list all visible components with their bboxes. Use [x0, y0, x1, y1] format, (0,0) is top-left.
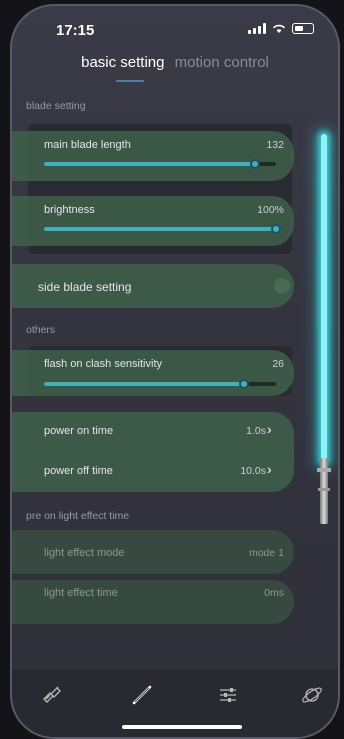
status-bar: 17:15: [12, 6, 338, 46]
clash-sensitivity-value: 26: [272, 358, 284, 370]
side-blade-label: side blade setting: [38, 280, 132, 294]
power-on-chevron-icon[interactable]: ›: [267, 421, 272, 437]
slider-knob[interactable]: [238, 379, 249, 389]
main-blade-length-label: main blade length: [44, 139, 131, 151]
tab-motion-control[interactable]: motion control: [175, 54, 269, 71]
brightness-slider[interactable]: [44, 224, 281, 234]
main-blade-length-value: 132: [266, 139, 284, 151]
section-pre-on-light-effect-time: pre on light effect time: [26, 510, 130, 522]
slider-fill: [44, 162, 256, 166]
light-effect-mode-label: light effect mode: [44, 547, 125, 559]
saber-hilt: [317, 458, 331, 526]
light-effect-mode-value: mode 1: [248, 547, 284, 559]
power-off-chevron-icon[interactable]: ›: [267, 461, 272, 477]
slider-fill: [44, 227, 276, 231]
power-off-label: power off time: [44, 465, 113, 477]
slider-knob[interactable]: [271, 224, 281, 234]
phone-frame: 17:15 basic setting motion control blade…: [10, 4, 340, 739]
clash-sensitivity-slider[interactable]: [44, 379, 276, 389]
power-on-value: 1.0s: [246, 425, 266, 437]
sliders-icon[interactable]: [216, 683, 240, 707]
signal-icon: [248, 23, 266, 34]
link-icon[interactable]: [40, 683, 64, 707]
wifi-icon: [272, 24, 286, 33]
planet-icon[interactable]: [300, 683, 324, 707]
section-others: others: [26, 324, 56, 336]
active-tab-indicator: [116, 80, 144, 82]
saber-icon[interactable]: [130, 683, 154, 707]
slider-fill: [44, 382, 244, 386]
blade-glow: [321, 134, 327, 464]
battery-icon: [292, 23, 314, 34]
power-off-value: 10.0s: [240, 465, 266, 477]
brightness-label: brightness: [44, 204, 95, 216]
light-effect-time-label: light effect time: [44, 587, 118, 599]
section-blade-setting: blade setting: [26, 100, 86, 112]
saber-blade-preview: [319, 134, 329, 464]
status-icons: [248, 23, 314, 34]
brightness-value: 100%: [257, 204, 284, 216]
tab-basic-setting[interactable]: basic setting: [81, 54, 164, 71]
status-time: 17:15: [56, 22, 95, 39]
main-blade-length-slider[interactable]: [44, 159, 276, 169]
clash-sensitivity-label: flash on clash sensitivity: [44, 358, 162, 370]
side-blade-toggle[interactable]: [258, 276, 292, 296]
tab-bar: basic setting motion control: [12, 54, 338, 71]
power-on-label: power on time: [44, 425, 114, 437]
power-time-group: [12, 412, 294, 492]
light-effect-time-value: 0ms: [264, 587, 284, 599]
home-indicator: [122, 725, 242, 729]
bottom-navigation: [12, 669, 338, 737]
clash-sensitivity-row: [12, 350, 294, 396]
